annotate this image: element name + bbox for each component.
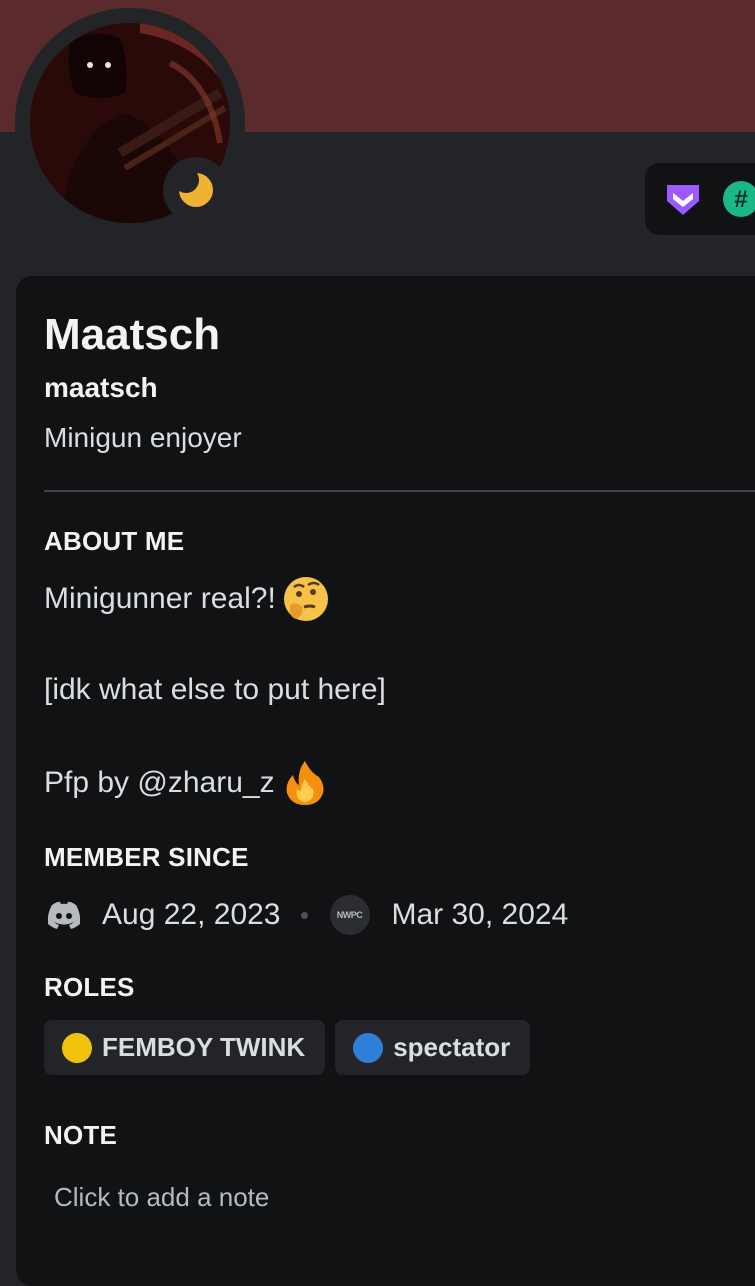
custom-status: Minigun enjoyer bbox=[44, 422, 242, 453]
note-input[interactable] bbox=[44, 1172, 744, 1222]
discord-join-date: Aug 22, 2023 bbox=[102, 898, 281, 931]
roles-title: ROLES bbox=[44, 972, 135, 1002]
note-title: NOTE bbox=[44, 1120, 118, 1150]
role-pill[interactable]: spectator bbox=[335, 1020, 531, 1075]
discord-logo-icon bbox=[47, 901, 81, 929]
server-join-date: Mar 30, 2024 bbox=[391, 898, 569, 931]
about-text-2: [idk what else to put here] bbox=[44, 673, 386, 706]
display-name: Maatsch bbox=[44, 310, 221, 359]
role-color-dot bbox=[353, 1032, 384, 1063]
about-text-1: Minigunner real?! bbox=[44, 582, 276, 615]
fire-emoji-icon bbox=[286, 761, 324, 805]
member-since-row: Aug 22, 2023 NWPC Mar 30, 2024 bbox=[44, 892, 568, 938]
hashtag-badge-icon[interactable]: # bbox=[721, 179, 755, 219]
role-name: FEMBOY TWINK bbox=[102, 1032, 306, 1062]
idle-moon-icon bbox=[177, 171, 213, 207]
role-color-dot bbox=[62, 1032, 92, 1063]
thinking-face-emoji-icon bbox=[283, 577, 328, 621]
nitro-badge-icon[interactable] bbox=[663, 179, 703, 219]
about-me-title: ABOUT ME bbox=[44, 526, 185, 556]
server-icon: NWPC bbox=[329, 895, 370, 935]
separator-dot bbox=[300, 911, 308, 919]
badge-container: # bbox=[645, 163, 755, 235]
about-line-3: Pfp by @zharu_z bbox=[44, 756, 329, 810]
svg-text:#: # bbox=[734, 186, 747, 213]
divider bbox=[44, 490, 755, 492]
username[interactable]: maatsch bbox=[44, 372, 158, 404]
role-pill[interactable]: FEMBOY TWINK bbox=[44, 1020, 326, 1075]
about-text-3: Pfp by @zharu_z bbox=[44, 766, 275, 799]
role-name: spectator bbox=[393, 1032, 511, 1062]
roles-list: FEMBOY TWINK spectator bbox=[44, 1020, 540, 1075]
about-line-1: Minigunner real?! bbox=[44, 574, 330, 624]
member-since-title: MEMBER SINCE bbox=[44, 842, 249, 872]
about-line-2: [idk what else to put here] bbox=[44, 668, 386, 712]
